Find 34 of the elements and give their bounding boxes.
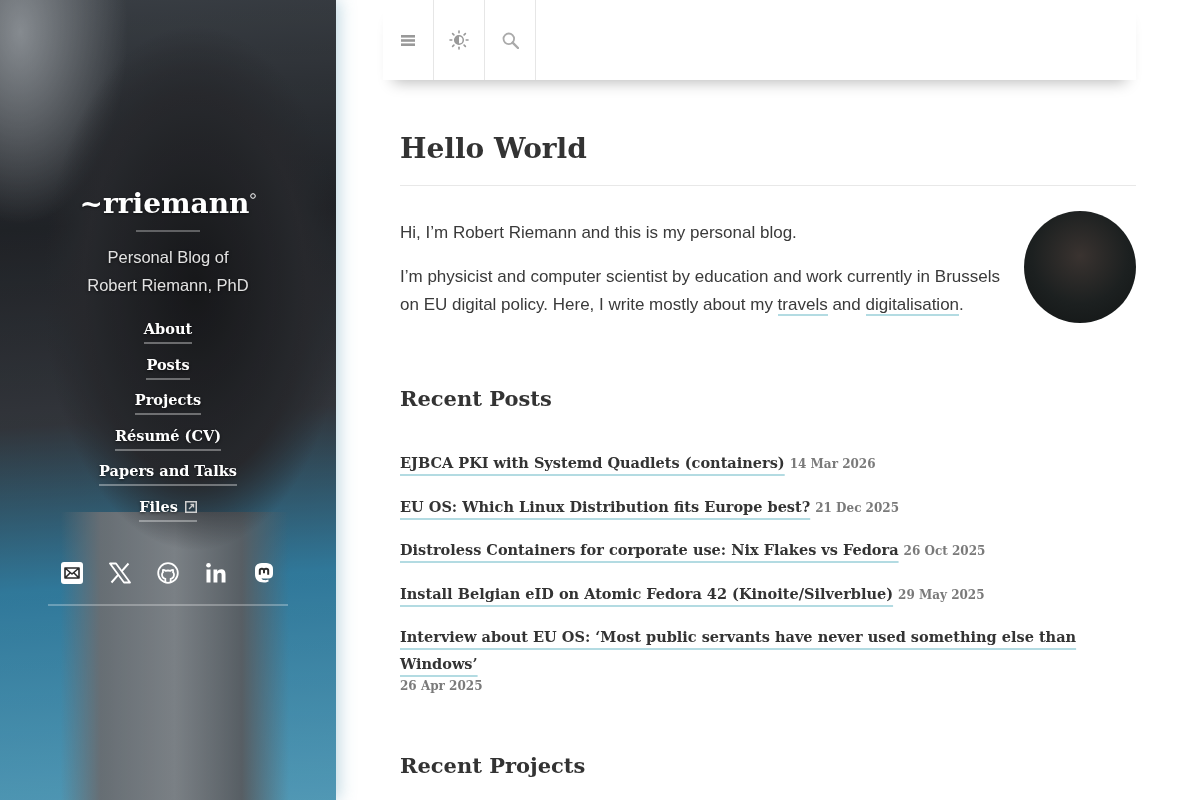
post-date: 29 May 2025 bbox=[898, 586, 985, 604]
intro-paragraph: Hi, I’m Robert Riemann and this is my personal blog. bbox=[400, 222, 798, 244]
post-link[interactable]: Interview about EU OS: ‘Most public servants have never used something else than Windows’ bbox=[400, 623, 1136, 677]
x-logo-icon[interactable] bbox=[109, 561, 131, 584]
post-date: 14 Mar 2026 bbox=[789, 456, 876, 473]
intro-paragraph: I’m physicist and computer scientist by education and work currently in Brussels on EU digital policy. Here, I write mostly about my travels and digitalisation. bbox=[400, 266, 1001, 318]
nav-link[interactable]: About bbox=[143, 316, 193, 344]
linkedin-logo-icon[interactable] bbox=[205, 561, 227, 584]
page-title: Hello World bbox=[400, 131, 1136, 186]
text-link[interactable]: digitalisation bbox=[865, 295, 960, 316]
site-subtitle: Personal Blog of Robert Riemann, PhD bbox=[86, 247, 250, 296]
site-title[interactable]: ~rriemann bbox=[79, 184, 250, 224]
section-heading: Recent Posts bbox=[400, 385, 553, 413]
nav-link[interactable]: Posts bbox=[146, 351, 190, 380]
sun-icon bbox=[449, 30, 469, 50]
post-date: 26 Apr 2025 bbox=[400, 678, 483, 695]
post-link[interactable]: EJBCA PKI with Systemd Quadlets (containers) bbox=[400, 449, 785, 476]
search-icon bbox=[501, 31, 519, 49]
post-date: 21 Dec 2025 bbox=[815, 499, 900, 517]
post-link[interactable]: EU OS: Which Linux Distribution fits Europe best? bbox=[400, 492, 811, 520]
nav-link[interactable]: Résumé (CV) bbox=[114, 422, 222, 451]
github-logo-icon[interactable] bbox=[157, 561, 179, 584]
nav-link[interactable]: Papers and Talks bbox=[99, 458, 237, 487]
post-link[interactable]: Install Belgian eID on Atomic Fedora 42 (Kinoite/Silverblue) bbox=[400, 579, 894, 607]
post-date: 26 Oct 2025 bbox=[903, 543, 986, 560]
circle-mark-icon bbox=[250, 193, 257, 199]
menu-icon bbox=[401, 34, 415, 46]
section-heading: Recent Projects bbox=[400, 752, 587, 780]
mail-icon[interactable] bbox=[61, 561, 83, 584]
nav-link[interactable]: Projects bbox=[134, 387, 202, 416]
mastodon-logo-icon[interactable] bbox=[253, 561, 275, 584]
post-link[interactable]: Distroless Containers for corporate use: Nix Flakes vs Fedora bbox=[400, 536, 899, 563]
text-link[interactable]: travels bbox=[777, 295, 828, 316]
nav-link[interactable]: Files bbox=[139, 493, 197, 522]
